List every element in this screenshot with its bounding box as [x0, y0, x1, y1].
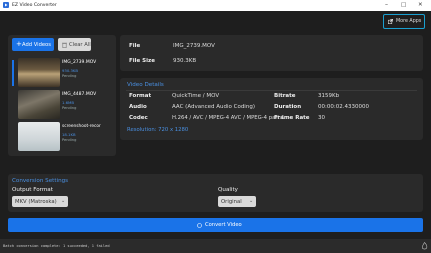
clear-all-button[interactable]: Clear All — [58, 38, 91, 51]
file-size-label: File Size — [129, 58, 155, 64]
format-value: QuickTime / MOV — [172, 93, 220, 99]
title-bar: EZ Video Converter – □ ✕ — [0, 0, 431, 11]
convert-video-label: Convert Video — [205, 222, 242, 228]
file-status: Pending — [62, 106, 77, 110]
format-label: Format — [129, 93, 152, 99]
close-button[interactable]: ✕ — [418, 2, 423, 8]
conversion-settings-title: Conversion Settings — [12, 178, 69, 184]
resolution-text: Resolution: 720 x 1280 — [127, 127, 189, 133]
file-size: 18.1KB — [62, 132, 76, 137]
file-name: IMG_2739.MOV — [62, 60, 97, 65]
frame-rate-label: Frame Rate — [274, 115, 310, 121]
app-icon — [3, 2, 9, 8]
window-title: EZ Video Converter — [12, 2, 57, 8]
duration-label: Duration — [274, 104, 302, 110]
convert-icon — [197, 222, 202, 228]
divider — [126, 90, 417, 91]
more-apps-button[interactable]: More Apps — [383, 14, 425, 29]
file-name: IMG_4487.MOV — [62, 92, 97, 97]
bitrate-value: 3159Kb — [318, 93, 340, 99]
chevron-down-icon: ⌄ — [249, 197, 254, 204]
audio-label: Audio — [129, 104, 147, 110]
flame-icon — [421, 242, 428, 250]
file-label: File — [129, 43, 141, 49]
file-size: 930.3KB — [62, 68, 78, 73]
quality-label: Quality — [218, 187, 238, 193]
frame-rate-value: 30 — [318, 115, 325, 121]
plus-icon: + — [16, 40, 22, 48]
status-bar: Batch conversion complete: 1 succeeded, … — [0, 239, 431, 253]
codec-label: Codec — [129, 115, 148, 121]
conversion-settings-panel: Conversion Settings Output Format MKV (M… — [8, 174, 423, 212]
file-item[interactable]: IMG_2739.MOV 930.3KB Pending — [17, 58, 112, 88]
maximize-button[interactable]: □ — [401, 2, 406, 8]
minimize-button[interactable]: – — [385, 1, 388, 8]
add-videos-label: Add Videos — [22, 41, 51, 48]
status-text: Batch conversion complete: 1 succeeded, … — [3, 243, 110, 248]
external-link-icon — [388, 19, 393, 24]
output-format-select[interactable]: MKV (Matroska) ⌄ — [12, 196, 68, 207]
output-format-value: MKV (Matroska) — [15, 198, 57, 205]
file-info-panel: File IMG_2739.MOV File Size 930.3KB — [120, 35, 423, 71]
video-thumbnail — [18, 90, 60, 119]
audio-value: AAC (Advanced Audio Coding) — [172, 104, 255, 110]
file-item[interactable]: screenshoot-recor 18.1KB Pending — [17, 122, 112, 152]
file-item[interactable]: IMG_4487.MOV 1.6MB Pending — [17, 90, 112, 120]
quality-value: Original — [221, 198, 242, 205]
selected-indicator — [12, 60, 14, 86]
trash-icon — [62, 42, 67, 48]
codec-value: H.264 / AVC / MPEG-4 AVC / MPEG-4 part 1 — [172, 115, 285, 121]
file-status: Pending — [62, 74, 77, 78]
convert-video-button[interactable]: Convert Video — [8, 218, 423, 232]
video-thumbnail — [18, 58, 60, 87]
output-format-label: Output Format — [12, 187, 53, 193]
file-value: IMG_2739.MOV — [173, 43, 215, 49]
video-thumbnail — [18, 122, 60, 151]
video-details-panel: Video Details Format QuickTime / MOV Bit… — [120, 78, 423, 140]
file-size-value: 930.3KB — [173, 58, 197, 64]
duration-value: 00:00:02.4330000 — [318, 104, 369, 110]
add-videos-button[interactable]: + Add Videos — [12, 38, 54, 51]
chevron-down-icon: ⌄ — [61, 197, 66, 204]
quality-select[interactable]: Original ⌄ — [218, 196, 256, 207]
bitrate-label: Bitrate — [274, 93, 296, 99]
file-status: Pending — [62, 138, 77, 142]
clear-all-label: Clear All — [69, 41, 91, 48]
more-apps-label: More Apps — [396, 18, 422, 24]
video-details-title: Video Details — [127, 82, 164, 88]
file-size: 1.6MB — [62, 100, 74, 105]
file-name: screenshoot-recor — [62, 124, 101, 129]
